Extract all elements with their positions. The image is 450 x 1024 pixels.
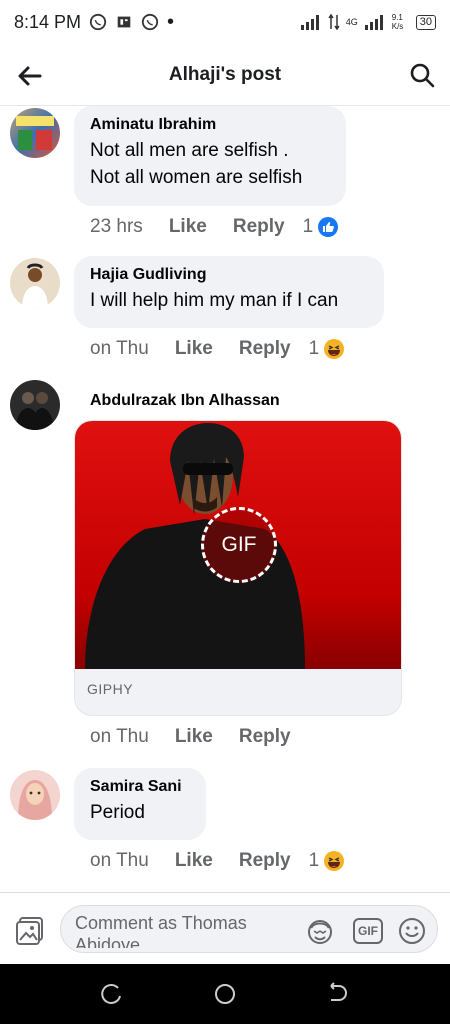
network-type: 4G <box>345 17 358 27</box>
battery-level: 30 <box>415 14 436 30</box>
back-icon[interactable] <box>326 982 350 1006</box>
avatar[interactable] <box>10 108 60 158</box>
page-title: Alhaji's post <box>168 63 282 85</box>
avatar[interactable] <box>10 770 60 820</box>
gif-attachment[interactable]: GIF GIPHY <box>74 420 402 716</box>
home-icon[interactable] <box>213 982 237 1006</box>
signal-icon <box>300 15 319 30</box>
reply-button[interactable]: Reply <box>239 726 291 748</box>
gif-button[interactable]: GIF <box>353 918 383 944</box>
comment-text: I will help him my man if I can <box>90 290 339 311</box>
reaction-number: 1 <box>302 216 314 237</box>
haha-icon <box>324 339 345 359</box>
comment-text: Period <box>90 802 145 823</box>
data-transfer-icon <box>328 14 340 30</box>
like-button[interactable]: Like <box>175 338 213 360</box>
system-nav-bar <box>0 964 450 1024</box>
status-time: 8:14 PM <box>14 11 82 32</box>
reaction-number: 1 <box>308 850 320 871</box>
comment-author[interactable]: Hajia Gudliving <box>90 266 368 284</box>
reaction-count[interactable]: 1 <box>309 338 346 360</box>
like-button[interactable]: Like <box>175 726 213 748</box>
comment-time: on Thu <box>90 726 149 747</box>
comment-composer: Comment as Thomas Abidoye GIF <box>0 892 450 964</box>
reaction-number: 1 <box>308 338 320 359</box>
like-button[interactable]: Like <box>175 850 213 872</box>
gif-source-label: GIPHY <box>87 681 134 697</box>
comment-bubble[interactable]: Aminatu Ibrahim Not all men are selfish … <box>74 106 346 206</box>
back-arrow-icon[interactable] <box>16 62 44 90</box>
reply-button[interactable]: Reply <box>233 216 285 238</box>
comment-author[interactable]: Samira Sani <box>90 778 190 796</box>
comment-text: Not all women are selfish <box>90 167 303 188</box>
recent-apps-icon[interactable] <box>100 982 124 1006</box>
notification-dot-icon: • <box>167 10 175 33</box>
gif-play-badge[interactable]: GIF <box>201 507 277 583</box>
like-button[interactable]: Like <box>169 216 207 238</box>
avatar[interactable] <box>10 258 60 308</box>
comment-actions: on Thu Like Reply 1 <box>90 338 345 360</box>
comment-input-placeholder: Comment as Thomas Abidoye <box>75 913 247 948</box>
comment-bubble[interactable]: Hajia Gudliving I will help him my man i… <box>74 256 384 328</box>
comment-time: on Thu <box>90 338 149 359</box>
comment-actions: on Thu Like Reply <box>90 726 317 748</box>
reply-button[interactable]: Reply <box>239 850 291 872</box>
gif-image[interactable]: GIF <box>75 421 401 669</box>
comments-list: Aminatu Ibrahim Not all men are selfish … <box>0 106 450 892</box>
reaction-count[interactable]: 1 <box>309 850 346 872</box>
gif-button-label: GIF <box>358 924 378 938</box>
comment-actions: on Thu Like Reply 1 <box>90 850 345 872</box>
post-header: Alhaji's post <box>0 44 450 106</box>
comment-input[interactable]: Comment as Thomas Abidoye GIF <box>60 905 438 953</box>
photo-icon[interactable] <box>14 915 46 947</box>
like-icon <box>318 217 339 237</box>
avatar-sticker-icon[interactable] <box>305 916 335 946</box>
comment-time: 23 hrs <box>90 216 143 237</box>
comment-time: on Thu <box>90 850 149 871</box>
comment-actions: 23 hrs Like Reply 1 <box>90 216 339 238</box>
haha-icon <box>324 851 345 871</box>
status-bar: 8:14 PM • 4G 9.1 K/s 30 <box>0 0 450 44</box>
whatsapp-icon <box>141 13 159 31</box>
comment-text: Not all men are selfish . <box>90 140 289 161</box>
network-speed: 9.1 K/s <box>391 13 404 31</box>
reply-button[interactable]: Reply <box>239 338 291 360</box>
comment-author[interactable]: Abdulrazak Ibn Alhassan <box>90 392 280 410</box>
signal-icon <box>364 15 383 30</box>
emoji-icon[interactable] <box>397 916 427 946</box>
news-icon <box>117 16 131 28</box>
comment-bubble[interactable]: Samira Sani Period <box>74 768 206 840</box>
whatsapp-icon <box>89 13 107 31</box>
reaction-count[interactable]: 1 <box>303 216 340 238</box>
search-icon[interactable] <box>408 61 436 89</box>
avatar[interactable] <box>10 380 60 430</box>
comment-author[interactable]: Aminatu Ibrahim <box>90 116 330 134</box>
